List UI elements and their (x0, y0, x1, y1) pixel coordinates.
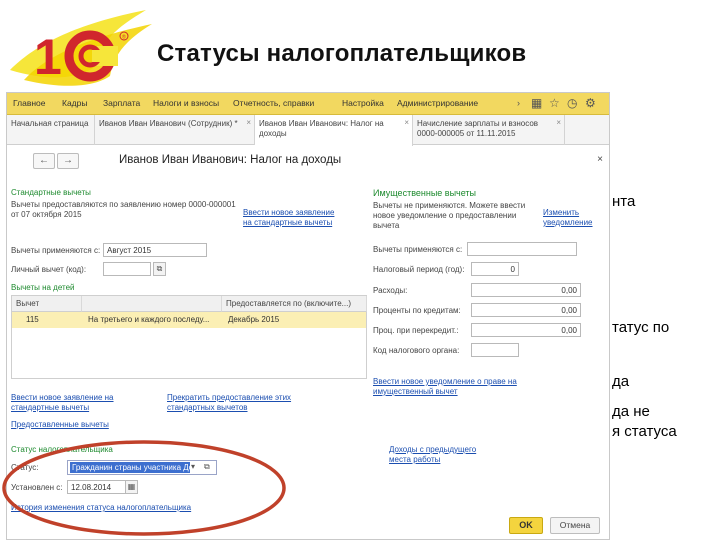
column-header[interactable]: Вычет (12, 296, 82, 312)
set-date-label: Установлен с: (11, 483, 63, 492)
status-select[interactable]: Гражданин страны участника Дог ▾ ⧉ (67, 460, 217, 475)
start-month-field[interactable]: Август 2015 (103, 243, 207, 257)
slide: 1 ® 1С Статусы налогоплательщиков нта та… (0, 0, 720, 540)
provided-deductions-link[interactable]: Предоставленные вычеты (11, 420, 109, 430)
app-window: Главное Кадры Зарплата Налоги и взносы О… (6, 92, 610, 540)
refinance-label: Проц. при перекредит.: (373, 326, 459, 335)
menubar: Главное Кадры Зарплата Налоги и взносы О… (7, 93, 609, 115)
personal-deduction-label: Личный вычет (код): (11, 265, 87, 274)
children-header: Вычеты на детей (11, 283, 75, 292)
tab-employee[interactable]: Иванов Иван Иванович (Сотрудник) * × (95, 115, 255, 145)
property-info: Вычеты не применяются. Можете ввести нов… (373, 201, 526, 230)
menu-item-admin[interactable]: Администрирование (397, 98, 478, 108)
table-row[interactable]: 115 На третьего и каждого последу... Дек… (12, 312, 366, 328)
status-select-value: Гражданин страны участника Дог (70, 462, 190, 473)
children-deductions-table: Вычет Предоставляется по (включите...) 1… (11, 295, 367, 379)
tab-label: Начисление зарплаты и взносов 0000-00000… (417, 119, 539, 138)
tax-office-code-label: Код налогового органа: (373, 346, 460, 355)
menu-item-salary[interactable]: Зарплата (103, 98, 140, 108)
property-start-field[interactable] (467, 242, 577, 256)
status-label: Статус: (11, 463, 39, 472)
logo: 1 ® 1С (6, 4, 158, 92)
close-icon[interactable]: × (404, 118, 409, 128)
open-icon[interactable]: ⧉ (204, 462, 210, 472)
star-icon[interactable]: ☆ (549, 96, 560, 110)
close-icon[interactable]: × (556, 118, 561, 128)
forward-button[interactable]: → (57, 153, 79, 169)
tab-label: Иванов Иван Иванович (Сотрудник) * (99, 119, 238, 128)
column-header[interactable]: Предоставляется по (включите...) (222, 296, 367, 312)
close-icon[interactable]: × (246, 118, 251, 128)
tab-label: Иванов Иван Иванович: Налог на доходы (259, 119, 384, 138)
tab-label: Начальная страница (11, 119, 89, 128)
form-header: ← → Иванов Иван Иванович: Налог на доход… (7, 145, 609, 175)
column-header[interactable] (82, 296, 222, 312)
tab-home[interactable]: Начальная страница (7, 115, 95, 145)
menu-item-reports[interactable]: Отчетность, справки (233, 98, 314, 108)
bg-fragment: я статуса (612, 423, 677, 440)
menu-item-main[interactable]: Главное (13, 98, 45, 108)
close-icon[interactable]: × (597, 154, 603, 165)
open-icon[interactable]: ⧉ (153, 262, 166, 276)
property-header: Имущественные вычеты (373, 188, 477, 198)
calendar-icon[interactable]: ▦ (125, 480, 138, 494)
expenses-field[interactable]: 0,00 (471, 283, 581, 297)
grid-icon[interactable]: ▦ (531, 96, 542, 110)
credits-label: Проценты по кредитам: (373, 306, 461, 315)
bg-fragment: да не (612, 403, 650, 420)
tax-period-field[interactable]: 0 (471, 262, 519, 276)
property-start-label: Вычеты применяются с: (373, 245, 463, 254)
tabs-bar: Начальная страница Иванов Иван Иванович … (7, 115, 609, 146)
menu-item-settings[interactable]: Настройка (342, 98, 384, 108)
tax-office-code-field[interactable] (471, 343, 519, 357)
start-label: Вычеты применяются с: (11, 246, 101, 255)
bg-fragment: да (612, 373, 630, 390)
enter-statement-link[interactable]: Ввести новое заявление на стандартные вы… (243, 208, 335, 228)
history-icon[interactable]: ◷ (567, 96, 577, 110)
svg-text:1: 1 (34, 29, 62, 85)
cancel-button[interactable]: Отмена (550, 517, 600, 534)
set-date-field[interactable]: 12.08.2014 (67, 480, 129, 494)
tab-payroll[interactable]: Начисление зарплаты и взносов 0000-00000… (413, 115, 565, 145)
tax-period-label: Налоговый период (год): (373, 265, 465, 274)
deduction-description: На третьего и каждого последу... (88, 315, 210, 324)
bg-fragment: нта (612, 193, 636, 210)
change-notice-link[interactable]: Изменить уведомление (543, 208, 601, 228)
menu-item-taxes[interactable]: Налоги и взносы (153, 98, 219, 108)
enter-new-statement-link[interactable]: Ввести новое заявление на стандартные вы… (11, 393, 161, 413)
chevron-down-icon[interactable]: ▾ (191, 462, 195, 471)
standard-info: Вычеты предоставляются по заявлению номе… (11, 200, 236, 219)
previous-income-link[interactable]: Доходы с предыдущего места работы (389, 445, 481, 465)
status-header: Статус налогоплательщика (11, 445, 113, 454)
deduction-code: 115 (26, 315, 39, 324)
form-title: Иванов Иван Иванович: Налог на доходы (119, 154, 342, 166)
refinance-field[interactable]: 0,00 (471, 323, 581, 337)
back-button[interactable]: ← (33, 153, 55, 169)
bg-fragment: татус по (612, 319, 670, 336)
settings-icon[interactable]: ⚙ (585, 96, 596, 110)
expenses-label: Расходы: (373, 286, 408, 295)
chevron-right-icon[interactable]: › (517, 98, 520, 108)
standard-header: Стандартные вычеты (11, 188, 91, 197)
svg-text:®: ® (122, 34, 126, 41)
personal-deduction-field[interactable] (103, 262, 151, 276)
deduction-until: Декабрь 2015 (228, 315, 280, 324)
stop-deductions-link[interactable]: Прекратить предоставление этих стандартн… (167, 393, 297, 413)
menu-item-hr[interactable]: Кадры (62, 98, 87, 108)
credits-field[interactable]: 0,00 (471, 303, 581, 317)
tab-income-tax[interactable]: Иванов Иван Иванович: Налог на доходы × (255, 115, 413, 146)
enter-property-notice-link[interactable]: Ввести новое уведомление о праве на имущ… (373, 377, 523, 397)
status-history-link[interactable]: История изменения статуса налогоплательщ… (11, 503, 191, 513)
ok-button[interactable]: OK (509, 517, 543, 534)
slide-title: Статусы налогоплательщиков (157, 40, 527, 67)
